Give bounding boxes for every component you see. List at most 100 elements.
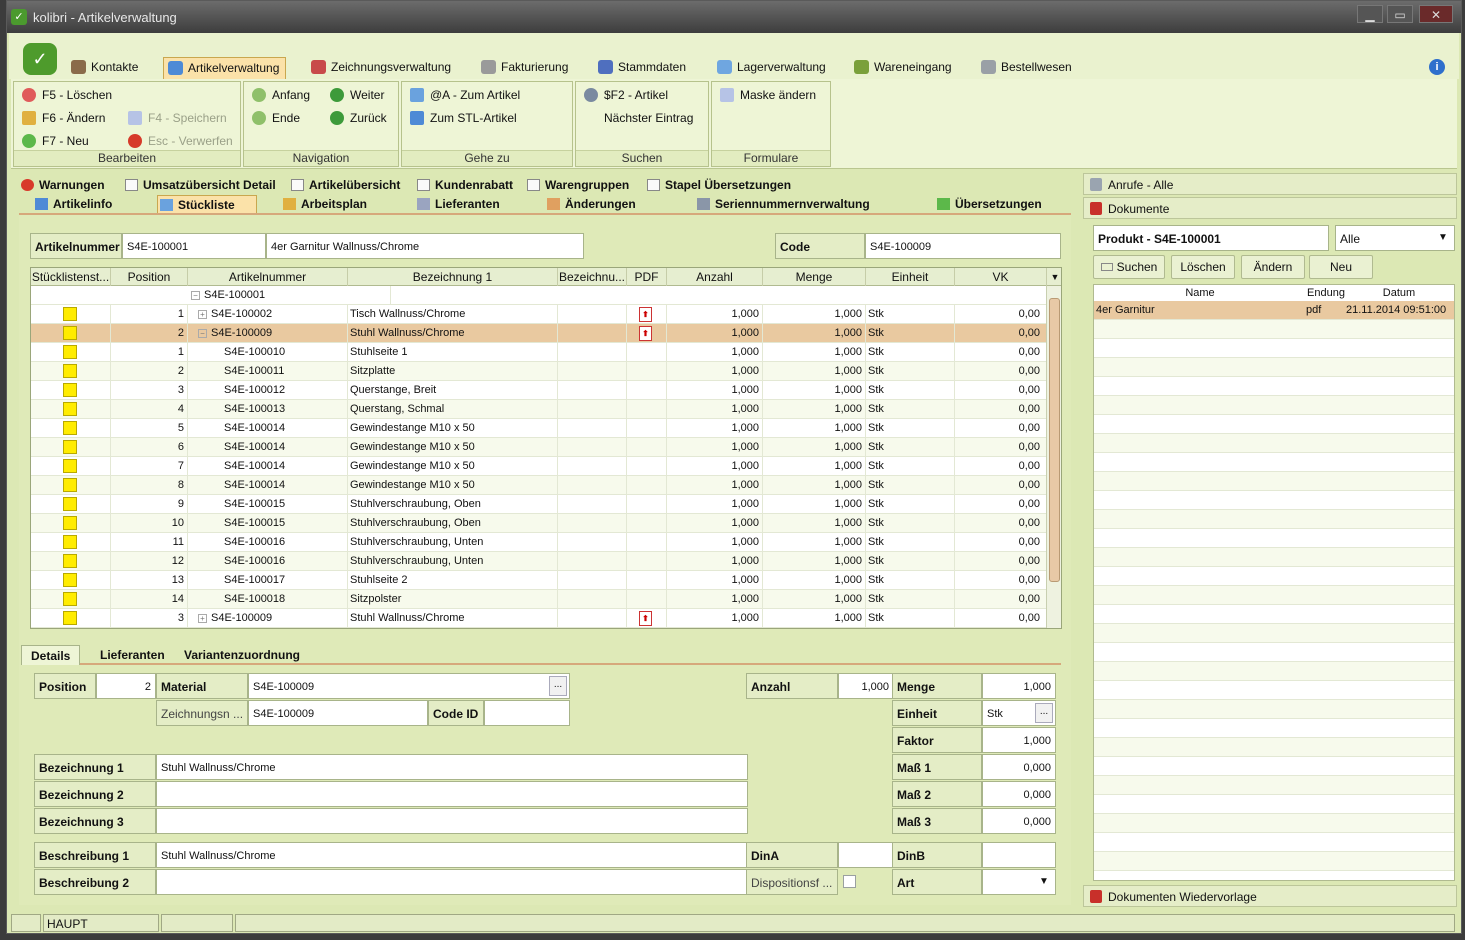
dokumente-header[interactable]: Dokumente (1083, 197, 1457, 219)
menu-tab-ordering[interactable]: Bestellwesen (977, 57, 1078, 79)
table-row[interactable]: 1 S4E-100010 Stuhlseite 1 1,000 1,000 Stk 0,00 (31, 343, 1047, 362)
beschreibung1-field[interactable]: Stuhl Wallnuss/Chrome (156, 842, 748, 868)
document-row[interactable] (1094, 510, 1454, 529)
dinb-field[interactable] (982, 842, 1056, 868)
detail-tab-1[interactable]: Lieferanten (91, 645, 174, 665)
document-row[interactable] (1094, 776, 1454, 795)
artikel-bezeichnung-field[interactable]: 4er Garnitur Wallnuss/Chrome (266, 233, 584, 259)
document-row[interactable] (1094, 491, 1454, 510)
doc-col-name[interactable]: Name (1094, 285, 1306, 301)
edit-mask-button[interactable]: Maske ändern (718, 86, 816, 104)
document-row[interactable] (1094, 567, 1454, 586)
menu-tab-goods-receipt[interactable]: Wareneingang (850, 57, 958, 79)
document-row[interactable] (1094, 548, 1454, 567)
new-button[interactable]: F7 - Neu (20, 132, 89, 150)
save-button[interactable]: F4 - Speichern (126, 109, 227, 127)
document-row[interactable] (1094, 358, 1454, 377)
grid-col-8[interactable]: Einheit (866, 268, 955, 286)
menu-tab-invoice[interactable]: Fakturierung (477, 57, 574, 79)
table-row[interactable]: 8 S4E-100014 Gewindestange M10 x 50 1,000 1,… (31, 476, 1047, 495)
expand-icon[interactable]: + (198, 309, 207, 319)
detail-tab-2[interactable]: Variantenzuordnung (175, 645, 309, 665)
document-row[interactable] (1094, 605, 1454, 624)
column-chooser-icon[interactable]: ▼ (1047, 268, 1061, 286)
table-row[interactable]: 13 S4E-100017 Stuhlseite 2 1,000 1,000 Stk 0,0… (31, 571, 1047, 590)
doc-edit-button[interactable]: Ändern (1241, 255, 1305, 279)
mass2-field[interactable]: 0,000 (982, 781, 1056, 807)
next-entry-button[interactable]: Nächster Eintrag (582, 109, 693, 127)
subtab-8[interactable]: Arbeitsplan (281, 195, 395, 213)
table-row[interactable]: 1 + S4E-100002 Tisch Wallnuss/Chrome ⬆ 1,000 1… (31, 305, 1047, 324)
grid-col-0[interactable]: Stücklistenst... (31, 268, 111, 286)
document-row[interactable] (1094, 738, 1454, 757)
menu-tab-warehouse[interactable]: Lagerverwaltung (713, 57, 832, 79)
table-row[interactable]: 4 S4E-100013 Querstang, Schmal 1,000 1,000 St… (31, 400, 1047, 419)
document-row[interactable] (1094, 396, 1454, 415)
subtab-4[interactable]: Warengruppen (525, 176, 629, 194)
next-record-button[interactable]: Weiter (328, 86, 384, 104)
dispositionsfaehig-checkbox[interactable] (843, 875, 856, 888)
menu-tab-contacts[interactable]: Kontakte (67, 57, 144, 79)
table-row[interactable]: 3 + S4E-100009 Stuhl Wallnuss/Chrome ⬆ 1,000 1… (31, 609, 1047, 628)
scrollbar-thumb[interactable] (1049, 298, 1060, 582)
code-field[interactable]: S4E-100009 (865, 233, 1061, 259)
document-row[interactable] (1094, 415, 1454, 434)
document-row[interactable] (1094, 852, 1454, 871)
document-row[interactable] (1094, 377, 1454, 396)
pdf-icon[interactable]: ⬆ (639, 326, 652, 341)
collapse-icon[interactable]: − (191, 290, 200, 300)
subtab-3[interactable]: Kundenrabatt (415, 176, 513, 194)
document-row[interactable] (1094, 320, 1454, 339)
document-row[interactable] (1094, 339, 1454, 358)
document-row[interactable] (1094, 662, 1454, 681)
first-record-button[interactable]: Anfang (250, 86, 310, 104)
document-row[interactable] (1094, 681, 1454, 700)
doc-new-button[interactable]: Neu (1309, 255, 1373, 279)
discard-button[interactable]: Esc - Verwerfen (126, 132, 233, 150)
mass3-field[interactable]: 0,000 (982, 808, 1056, 834)
doc-delete-button[interactable]: Löschen (1171, 255, 1235, 279)
document-row[interactable] (1094, 643, 1454, 662)
grid-col-9[interactable]: VK (955, 268, 1047, 286)
menge-field[interactable]: 1,000 (982, 673, 1056, 699)
table-row-root[interactable]: − S4E-100001 (31, 286, 1047, 305)
material-lookup-button[interactable]: ... (549, 676, 567, 696)
subtab-7[interactable]: Stückliste (157, 195, 257, 213)
grid-scrollbar[interactable] (1046, 286, 1061, 628)
doc-col-ext[interactable]: Endung (1306, 285, 1346, 301)
table-row[interactable]: 12 S4E-100016 Stuhlverschraubung, Unten 1,0… (31, 552, 1047, 571)
subtab-5[interactable]: Stapel Übersetzungen (645, 176, 791, 194)
grid-col-6[interactable]: Anzahl (667, 268, 763, 286)
anrufe-header[interactable]: Anrufe - Alle (1083, 173, 1457, 195)
previous-record-button[interactable]: Zurück (328, 109, 387, 127)
info-icon[interactable]: i (1429, 59, 1445, 75)
delete-button[interactable]: F5 - Löschen (20, 86, 112, 104)
code-id-field[interactable] (484, 700, 570, 726)
maximize-button[interactable]: ▭ (1387, 5, 1413, 23)
subtab-0[interactable]: Warnungen (19, 176, 105, 194)
document-row[interactable] (1094, 719, 1454, 738)
minimize-button[interactable]: ▁ (1357, 5, 1383, 23)
dina-field[interactable] (838, 842, 894, 868)
document-row[interactable] (1094, 700, 1454, 719)
document-row[interactable] (1094, 472, 1454, 491)
document-row[interactable] (1094, 795, 1454, 814)
table-row[interactable]: 6 S4E-100014 Gewindestange M10 x 50 1,000 1,… (31, 438, 1047, 457)
menu-tab-article[interactable]: Artikelverwaltung (163, 57, 287, 79)
subtab-12[interactable]: Übersetzungen (935, 195, 1055, 213)
table-row[interactable]: 2 S4E-100011 Sitzplatte 1,000 1,000 Stk 0,00 (31, 362, 1047, 381)
close-button[interactable]: ✕ (1419, 5, 1453, 23)
search-article-button[interactable]: $F2 - Artikel (582, 86, 668, 104)
subtab-11[interactable]: Seriennummernverwaltung (695, 195, 905, 213)
anzahl-field[interactable]: 1,000 (838, 673, 894, 699)
document-row[interactable] (1094, 624, 1454, 643)
bezeichnung1-field[interactable]: Stuhl Wallnuss/Chrome (156, 754, 748, 780)
table-row[interactable]: 11 S4E-100016 Stuhlverschraubung, Unten 1,0… (31, 533, 1047, 552)
table-row[interactable]: 7 S4E-100014 Gewindestange M10 x 50 1,000 1,… (31, 457, 1047, 476)
document-row[interactable] (1094, 586, 1454, 605)
grid-col-3[interactable]: Bezeichnung 1 (348, 268, 558, 286)
table-row[interactable]: 10 S4E-100015 Stuhlverschraubung, Oben 1,00… (31, 514, 1047, 533)
artikelnummer-field[interactable]: S4E-100001 (122, 233, 266, 259)
table-row[interactable]: 9 S4E-100015 Stuhlverschraubung, Oben 1,000… (31, 495, 1047, 514)
expand-icon[interactable]: + (198, 613, 207, 623)
